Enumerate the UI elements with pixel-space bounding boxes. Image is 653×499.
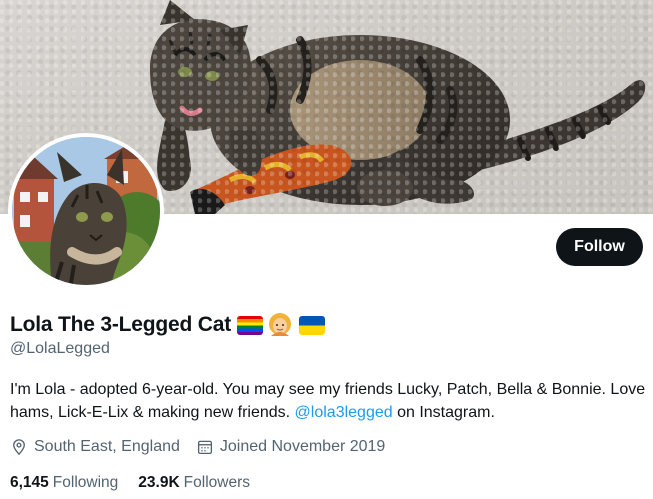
person-blonde-icon: [267, 312, 293, 338]
rainbow-flag-icon: [237, 315, 263, 335]
followers-label: Followers: [183, 474, 250, 491]
location-text: South East, England: [34, 438, 180, 455]
followers-count: 23.9K: [138, 474, 180, 491]
profile-display-name: Lola The 3-Legged Cat: [10, 313, 231, 336]
ukraine-flag-icon: [299, 315, 325, 335]
profile-stats: 6,145 Following 23.9K Followers: [10, 474, 270, 492]
profile-name-row: Lola The 3-Legged Cat: [10, 312, 325, 338]
following-label: Following: [52, 474, 119, 491]
location-pin-icon: [13, 439, 25, 456]
profile-meta-row: South East, England Joined November 2019: [10, 438, 401, 456]
followers-link[interactable]: 23.9K Followers: [138, 474, 250, 492]
follow-button[interactable]: Follow: [556, 228, 643, 266]
joined-text: Joined November 2019: [219, 438, 386, 455]
profile-bio: I'm Lola - adopted 6-year-old. You may s…: [10, 378, 650, 424]
following-count: 6,145: [10, 474, 49, 491]
calendar-icon: [197, 440, 212, 455]
profile-joined: Joined November 2019: [196, 438, 385, 456]
bio-suffix: on Instagram.: [392, 404, 495, 421]
avatar-cat-photo: [12, 137, 160, 285]
profile-location: South East, England: [10, 438, 180, 456]
bio-instagram-link[interactable]: @lola3legged: [295, 404, 393, 421]
following-link[interactable]: 6,145 Following: [10, 474, 118, 492]
profile-avatar[interactable]: [8, 133, 164, 289]
profile-handle: @LolaLegged: [10, 340, 110, 357]
